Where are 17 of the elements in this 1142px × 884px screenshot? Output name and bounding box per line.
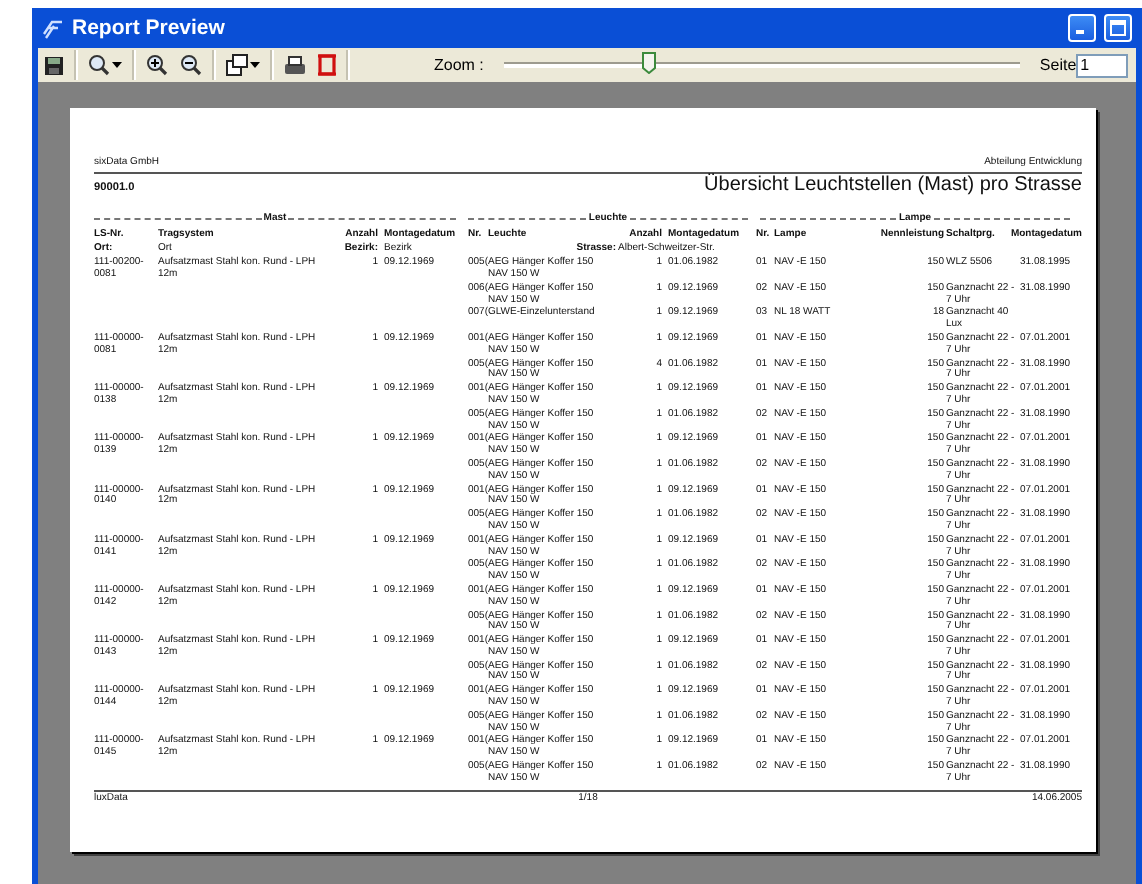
report-icon	[42, 17, 64, 39]
magnifier-icon	[88, 54, 110, 76]
caret-icon	[250, 62, 260, 68]
zoom-label: Zoom :	[434, 56, 484, 74]
minimize-button[interactable]	[1068, 14, 1096, 42]
pages-icon	[226, 54, 248, 76]
window-title: Report Preview	[72, 16, 227, 40]
page-layout-dropdown-button[interactable]	[220, 50, 266, 80]
slider-thumb[interactable]	[642, 52, 657, 74]
report-title: Übersicht Leuchtstellen (Mast) pro Strasse	[704, 173, 1082, 196]
maximize-button[interactable]	[1104, 14, 1132, 42]
close-preview-button[interactable]	[312, 50, 342, 80]
caret-icon	[112, 62, 122, 68]
maximize-icon	[1110, 20, 1126, 36]
zoom-slider[interactable]	[503, 52, 1020, 78]
page-field[interactable]: 1	[1076, 53, 1129, 77]
page-label: Seite	[1039, 56, 1077, 74]
